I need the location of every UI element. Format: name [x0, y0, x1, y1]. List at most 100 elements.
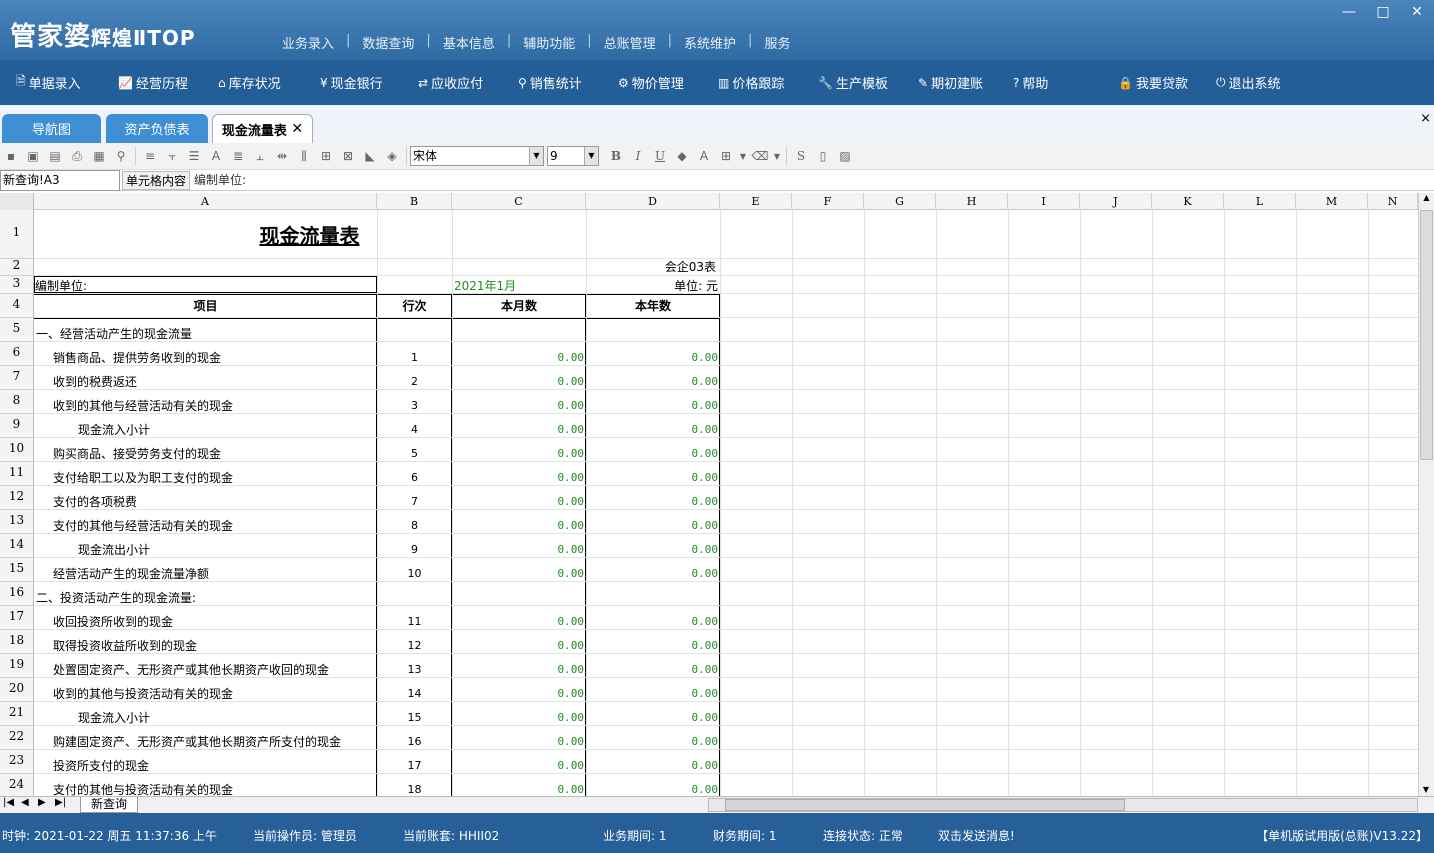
nav-item-11[interactable]: 🔒 我要贷款: [1118, 73, 1188, 93]
top-menu-item[interactable]: 数据查询: [352, 33, 424, 52]
sheet-tab-new-query[interactable]: 新查询: [80, 797, 139, 813]
fill-color-icon[interactable]: ◆: [671, 146, 693, 166]
nav-item-12[interactable]: ⏻ 退出系统: [1216, 73, 1281, 92]
font-size-select[interactable]: 9 ▼: [547, 146, 599, 166]
underline-button[interactable]: U: [649, 146, 671, 166]
nav-item-2[interactable]: ⌂ 库存状况: [218, 73, 281, 93]
paint-icon[interactable]: ◈: [381, 146, 403, 166]
fill-icon[interactable]: ◣: [359, 146, 381, 166]
row-header-22[interactable]: 22: [0, 726, 34, 750]
column-header-L[interactable]: L: [1224, 193, 1296, 210]
column-header-B[interactable]: B: [377, 193, 452, 210]
vertical-scroll-thumb[interactable]: [1420, 210, 1433, 460]
eraser-icon[interactable]: ⌫: [749, 146, 771, 166]
row-header-3[interactable]: 3: [0, 276, 34, 294]
send-message-link[interactable]: 双击发送消息!: [938, 827, 1015, 844]
row-header-11[interactable]: 11: [0, 462, 34, 486]
column-header-D[interactable]: D: [586, 193, 720, 210]
row-header-18[interactable]: 18: [0, 630, 34, 654]
column-header-H[interactable]: H: [936, 193, 1008, 210]
row-header-17[interactable]: 17: [0, 606, 34, 630]
column-header-F[interactable]: F: [792, 193, 864, 210]
text-style-icon[interactable]: A: [205, 146, 227, 166]
top-menu-item[interactable]: 总账管理: [594, 33, 666, 52]
row-header-6[interactable]: 6: [0, 342, 34, 366]
format-text-button[interactable]: S: [790, 146, 812, 166]
row-header-24[interactable]: 24: [0, 774, 34, 796]
split-icon[interactable]: ⫼: [293, 146, 315, 166]
top-menu-item[interactable]: 系统维护: [674, 33, 746, 52]
align-center-icon[interactable]: ≣: [227, 146, 249, 166]
maximize-button[interactable]: □: [1366, 4, 1400, 20]
next-sheet-icon[interactable]: ▶: [38, 797, 46, 808]
nav-item-4[interactable]: ⇄ 应收应付: [418, 73, 483, 93]
nav-item-1[interactable]: 📈 经营历程: [118, 73, 188, 93]
spreadsheet-grid[interactable]: ABCDEFGHIJKLMN 现金流量表 会企03表 编制单位: 2021年1月 单位…: [0, 193, 1418, 796]
nav-item-3[interactable]: ¥ 现金银行: [320, 73, 383, 93]
save-all-icon[interactable]: ▤: [44, 146, 66, 166]
italic-button[interactable]: I: [627, 146, 649, 166]
save-icon[interactable]: ▣: [22, 146, 44, 166]
scroll-up-icon[interactable]: ▲: [1419, 193, 1434, 207]
bold-button[interactable]: B: [605, 146, 627, 166]
print-preview-icon[interactable]: ▦: [88, 146, 110, 166]
last-sheet-icon[interactable]: ▶|: [55, 797, 66, 808]
minimize-button[interactable]: —: [1332, 4, 1366, 20]
row-header-20[interactable]: 20: [0, 678, 34, 702]
font-color-icon[interactable]: A: [693, 146, 715, 166]
chevron-down-icon[interactable]: ▼: [737, 146, 749, 166]
image-icon[interactable]: ▨: [834, 146, 856, 166]
nav-item-0[interactable]: 🗎 单据录入: [16, 72, 81, 93]
cell-content-input[interactable]: 编制单位:: [194, 170, 246, 191]
scroll-down-icon[interactable]: ▼: [1419, 785, 1433, 794]
row-header-8[interactable]: 8: [0, 390, 34, 414]
borders-icon[interactable]: ⊞: [715, 146, 737, 166]
close-all-tabs-icon[interactable]: ⨯: [1420, 111, 1431, 126]
nav-item-6[interactable]: ⚙ 物价管理: [618, 73, 684, 93]
row-header-23[interactable]: 23: [0, 750, 34, 774]
nav-item-8[interactable]: 🔧 生产模板: [818, 73, 888, 93]
chevron-down-icon[interactable]: ▼: [771, 146, 783, 166]
row-header-7[interactable]: 7: [0, 366, 34, 390]
horizontal-scrollbar[interactable]: [708, 798, 1418, 812]
cell-reference-field[interactable]: 新查询!A3: [0, 170, 120, 191]
top-menu-item[interactable]: 基本信息: [433, 33, 505, 52]
column-header-C[interactable]: C: [452, 193, 586, 210]
column-header-N[interactable]: N: [1368, 193, 1418, 210]
nav-item-7[interactable]: ▥ 价格跟踪: [718, 73, 784, 93]
close-window-button[interactable]: ✕: [1400, 4, 1434, 20]
delete-icon[interactable]: ⊠: [337, 146, 359, 166]
column-header-G[interactable]: G: [864, 193, 936, 210]
nav-item-5[interactable]: ⚲ 销售统计: [518, 73, 582, 93]
column-header-E[interactable]: E: [720, 193, 792, 210]
selected-cell-outline[interactable]: [33, 275, 378, 294]
align-top-icon[interactable]: ⫟: [161, 146, 183, 166]
column-header-M[interactable]: M: [1296, 193, 1368, 210]
select-all-corner[interactable]: [0, 193, 34, 210]
top-menu-item[interactable]: 服务: [754, 33, 800, 52]
column-header-K[interactable]: K: [1152, 193, 1224, 210]
align-justify-icon[interactable]: ☰: [183, 146, 205, 166]
tab-cash-flow[interactable]: 现金流量表 ✕: [212, 114, 313, 143]
top-menu-item[interactable]: 辅助功能: [513, 33, 585, 52]
row-header-13[interactable]: 13: [0, 510, 34, 534]
row-header-1[interactable]: 1: [0, 210, 34, 259]
align-bottom-icon[interactable]: ⫠: [249, 146, 271, 166]
column-header-A[interactable]: A: [34, 193, 377, 210]
row-header-12[interactable]: 12: [0, 486, 34, 510]
prev-sheet-icon[interactable]: ◀: [21, 797, 29, 808]
row-header-9[interactable]: 9: [0, 414, 34, 438]
row-header-15[interactable]: 15: [0, 558, 34, 582]
first-sheet-icon[interactable]: |◀: [3, 797, 14, 808]
column-header-I[interactable]: I: [1008, 193, 1080, 210]
close-tab-icon[interactable]: ✕: [291, 121, 303, 137]
row-header-19[interactable]: 19: [0, 654, 34, 678]
vertical-scrollbar[interactable]: ▲ ▼: [1418, 193, 1434, 796]
horizontal-scroll-thumb[interactable]: [725, 799, 1125, 811]
top-menu-item[interactable]: 业务录入: [272, 33, 344, 52]
nav-item-10[interactable]: ? 帮助: [1013, 73, 1048, 93]
column-header-J[interactable]: J: [1080, 193, 1152, 210]
row-header-14[interactable]: 14: [0, 534, 34, 558]
page-icon[interactable]: ▯: [812, 146, 834, 166]
row-header-21[interactable]: 21: [0, 702, 34, 726]
